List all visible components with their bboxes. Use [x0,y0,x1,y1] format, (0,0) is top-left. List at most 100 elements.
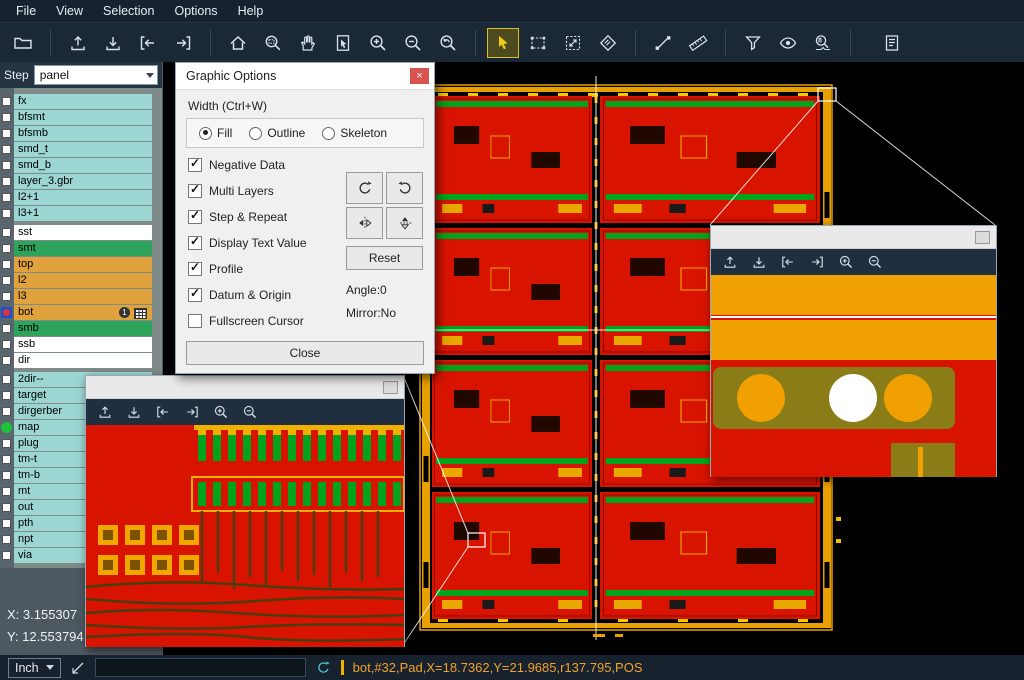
layer-checkbox[interactable] [2,292,11,301]
layer-row-sst[interactable]: sst [0,225,163,240]
layer-checkbox[interactable] [2,551,11,560]
layer-checkbox[interactable] [2,177,11,186]
layer-checkbox[interactable] [2,193,11,202]
checkbox[interactable] [188,184,202,198]
layer-name[interactable]: bfsmt [14,110,152,125]
tray-right-button[interactable] [181,401,203,423]
zoom-out-button[interactable] [864,251,886,273]
layer-checkbox[interactable] [2,113,11,122]
layer-name[interactable]: l2+1 [14,190,152,205]
view-eye-button[interactable] [773,29,803,57]
layer-name[interactable]: bfsmb [14,126,152,141]
menu-options[interactable]: Options [164,2,227,20]
ruler-button[interactable] [683,29,713,57]
mirror-horizontal-button[interactable] [346,207,383,239]
layer-row-ssb[interactable]: ssb [0,337,163,352]
layer-row-l3[interactable]: l3 [0,289,163,304]
zoom-window-button[interactable] [258,29,288,57]
layer-name[interactable]: l3 [14,289,152,304]
tray-left-button[interactable] [777,251,799,273]
close-icon[interactable]: × [410,68,429,84]
reset-button[interactable]: Reset [346,246,423,270]
layer-checkbox[interactable] [2,487,11,496]
layer-name[interactable]: smd_t [14,142,152,157]
layer-row-layer_3.gbr[interactable]: layer_3.gbr [0,174,163,189]
magnifier1-titlebar[interactable] [86,376,404,399]
tray-down-button[interactable] [123,401,145,423]
open-button[interactable] [8,29,38,57]
transform-select-button[interactable] [558,29,588,57]
checkbox[interactable] [188,262,202,276]
layer-row-smb[interactable]: smb [0,321,163,336]
window-box-icon[interactable] [383,381,398,394]
cursor-select-button[interactable] [488,29,518,57]
checkbox[interactable] [188,314,202,328]
tray-left-button[interactable] [152,401,174,423]
unit-selector[interactable]: Inch [8,658,61,678]
zoom-in-button[interactable] [363,29,393,57]
layer-checkbox[interactable] [2,407,11,416]
measure-line-button[interactable] [648,29,678,57]
layer-row-l2+1[interactable]: l2+1 [0,190,163,205]
checkbox[interactable] [188,158,202,172]
zoom-in-button[interactable] [210,401,232,423]
net-search-button[interactable] [808,29,838,57]
layer-row-bfsmt[interactable]: bfsmt [0,110,163,125]
menu-file[interactable]: File [6,2,46,20]
select-object-button[interactable] [328,29,358,57]
layer-name[interactable]: dir [14,353,152,368]
magnifier2-titlebar[interactable] [711,226,996,249]
pan-button[interactable] [293,29,323,57]
layer-name[interactable]: ssb [14,337,152,352]
tray-down-button[interactable] [748,251,770,273]
layer-checkbox[interactable] [2,244,11,253]
report-button[interactable] [877,29,907,57]
layer-checkbox[interactable] [2,97,11,106]
filter-button[interactable] [738,29,768,57]
mirror-vertical-button[interactable] [386,207,423,239]
tray-right-button[interactable] [806,251,828,273]
selected-layer-marker[interactable] [1,422,12,433]
layer-name[interactable]: smb [14,321,152,336]
radio-indicator[interactable] [322,127,335,140]
layer-checkbox[interactable] [2,145,11,154]
window-box-icon[interactable] [975,231,990,244]
zoom-previous-button[interactable] [433,29,463,57]
layer-checkbox[interactable] [2,471,11,480]
tray-down-button[interactable] [98,29,128,57]
magnifier1-view[interactable] [86,425,404,647]
refresh-icon[interactable] [315,659,332,676]
magnifier2-view[interactable] [711,275,996,477]
zoom-in-button[interactable] [835,251,857,273]
dialog-titlebar[interactable]: Graphic Options × [176,63,434,90]
layer-name[interactable]: bot1 [14,305,152,320]
layer-row-bfsmb[interactable]: bfsmb [0,126,163,141]
measure-angle-button[interactable] [593,29,623,57]
layer-row-fx[interactable]: fx [0,94,163,109]
tray-up-button[interactable] [94,401,116,423]
menu-help[interactable]: Help [228,2,274,20]
menu-selection[interactable]: Selection [93,2,164,20]
checkbox[interactable] [188,288,202,302]
layer-name[interactable]: l2 [14,273,152,288]
layer-checkbox[interactable] [2,276,11,285]
layer-name[interactable]: layer_3.gbr [14,174,152,189]
layer-checkbox[interactable] [2,535,11,544]
zoom-out-button[interactable] [398,29,428,57]
layer-checkbox[interactable] [2,439,11,448]
checkbox[interactable] [188,210,202,224]
tray-left-button[interactable] [133,29,163,57]
layer-checkbox[interactable] [2,209,11,218]
active-layer-marker[interactable] [1,307,12,318]
layer-checkbox[interactable] [2,129,11,138]
layer-checkbox[interactable] [2,391,11,400]
layer-name[interactable]: smt [14,241,152,256]
tray-right-button[interactable] [168,29,198,57]
radio-indicator[interactable] [249,127,262,140]
layer-row-smt[interactable]: smt [0,241,163,256]
home-button[interactable] [223,29,253,57]
layer-row-dir[interactable]: dir [0,353,163,368]
layer-checkbox[interactable] [2,161,11,170]
layer-name[interactable]: fx [14,94,152,109]
layer-name[interactable]: smd_b [14,158,152,173]
